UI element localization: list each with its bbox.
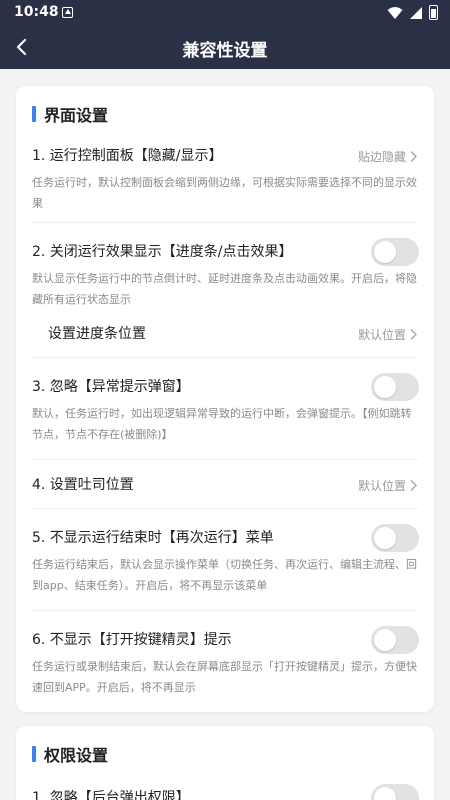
section-header: 权限设置 bbox=[32, 742, 108, 766]
toggle-knob bbox=[374, 629, 396, 651]
status-icons bbox=[387, 5, 438, 20]
ignore-error-popup-toggle[interactable] bbox=[371, 373, 419, 401]
toggle-knob bbox=[374, 527, 396, 549]
setting-title: 6. 不显示【打开按键精灵】提示 bbox=[32, 632, 232, 648]
setting-toast-position[interactable]: 4. 设置吐司位置 默认位置 bbox=[32, 475, 418, 495]
ignore-background-popup-toggle[interactable] bbox=[371, 784, 419, 800]
setting-hide-run-effects: 2. 关闭运行效果显示【进度条/点击效果】 默认显示任务运行中的节点倒计时、延时… bbox=[32, 238, 419, 310]
setting-title: 1. 忽略【后台弹出权限】 bbox=[32, 790, 190, 800]
toggle-knob bbox=[374, 376, 396, 398]
setting-hide-rerun-menu: 5. 不显示运行结束时【再次运行】菜单 任务运行结束后，默认会显示操作菜单（切换… bbox=[32, 524, 419, 596]
toast-position-selector[interactable]: 默认位置 bbox=[358, 477, 418, 494]
status-bar: 10:48 bbox=[0, 0, 450, 26]
setting-control-panel[interactable]: 1. 运行控制面板【隐藏/显示】 贴边隐藏 任务运行时，默认控制面板会缩到两侧边… bbox=[32, 146, 418, 214]
setting-description: 默认显示任务运行中的节点倒计时、延时进度条及点击动画效果。开启后，将隐藏所有运行… bbox=[32, 272, 417, 306]
battery-icon bbox=[429, 5, 438, 20]
hide-run-effects-toggle[interactable] bbox=[371, 238, 419, 266]
toggle-knob bbox=[374, 241, 396, 263]
chevron-right-icon bbox=[410, 479, 418, 492]
setting-description: 任务运行时，默认控制面板会缩到两侧边缘，可根据实际需要选择不同的显示效果 bbox=[32, 176, 417, 210]
setting-value: 贴边隐藏 bbox=[357, 150, 406, 164]
hide-open-app-tip-toggle[interactable] bbox=[371, 626, 419, 654]
setting-ignore-background-popup: 1. 忽略【后台弹出权限】 bbox=[32, 784, 419, 800]
divider bbox=[32, 459, 418, 460]
section-header: 界面设置 bbox=[32, 102, 108, 126]
hide-rerun-menu-toggle[interactable] bbox=[371, 524, 419, 552]
control-panel-value-selector[interactable]: 贴边隐藏 bbox=[358, 148, 418, 165]
setting-title: 2. 关闭运行效果显示【进度条/点击效果】 bbox=[32, 244, 293, 260]
setting-title: 5. 不显示运行结束时【再次运行】菜单 bbox=[32, 530, 274, 546]
chevron-right-icon bbox=[410, 150, 418, 163]
section-interface-settings: 界面设置 1. 运行控制面板【隐藏/显示】 贴边隐藏 任务运行时，默认控制面板会… bbox=[16, 86, 434, 712]
setting-description: 任务运行或录制结束后，默认会在屏幕底部显示「打开按键精灵」提示，方便快速回到AP… bbox=[32, 660, 417, 694]
section-permission-settings: 权限设置 1. 忽略【后台弹出权限】 bbox=[16, 726, 434, 800]
section-accent-bar bbox=[32, 746, 36, 762]
app-bar: 兼容性设置 bbox=[0, 26, 450, 69]
section-accent-bar bbox=[32, 106, 36, 122]
wifi-icon bbox=[387, 6, 403, 19]
setting-hide-open-app-tip: 6. 不显示【打开按键精灵】提示 任务运行或录制结束后，默认会在屏幕底部显示「打… bbox=[32, 626, 419, 698]
section-title: 权限设置 bbox=[44, 746, 109, 765]
notification-icon bbox=[62, 7, 73, 18]
setting-ignore-error-popup: 3. 忽略【异常提示弹窗】 默认，任务运行时，如出现逻辑异常导致的运行中断，会弹… bbox=[32, 373, 419, 445]
cell-signal-icon bbox=[410, 6, 422, 19]
setting-title: 3. 忽略【异常提示弹窗】 bbox=[32, 379, 190, 395]
progress-bar-position-selector[interactable]: 默认位置 bbox=[358, 326, 418, 343]
toggle-knob bbox=[374, 787, 396, 800]
setting-description: 默认，任务运行时，如出现逻辑异常导致的运行中断，会弹窗提示。【例如跳转节点，节点… bbox=[32, 407, 412, 441]
divider bbox=[32, 357, 418, 358]
setting-value: 默认位置 bbox=[357, 328, 406, 342]
divider bbox=[32, 508, 418, 509]
section-title: 界面设置 bbox=[44, 106, 109, 125]
setting-description: 任务运行结束后，默认会显示操作菜单（切换任务、再次运行、编辑主流程、回到app、… bbox=[32, 558, 417, 592]
setting-value: 默认位置 bbox=[357, 479, 406, 493]
status-time: 10:48 bbox=[14, 4, 59, 20]
setting-progress-bar-position[interactable]: 设置进度条位置 默认位置 bbox=[48, 324, 418, 344]
divider bbox=[32, 610, 418, 611]
chevron-right-icon bbox=[410, 328, 418, 341]
page-title: 兼容性设置 bbox=[182, 41, 268, 61]
divider bbox=[32, 222, 418, 223]
